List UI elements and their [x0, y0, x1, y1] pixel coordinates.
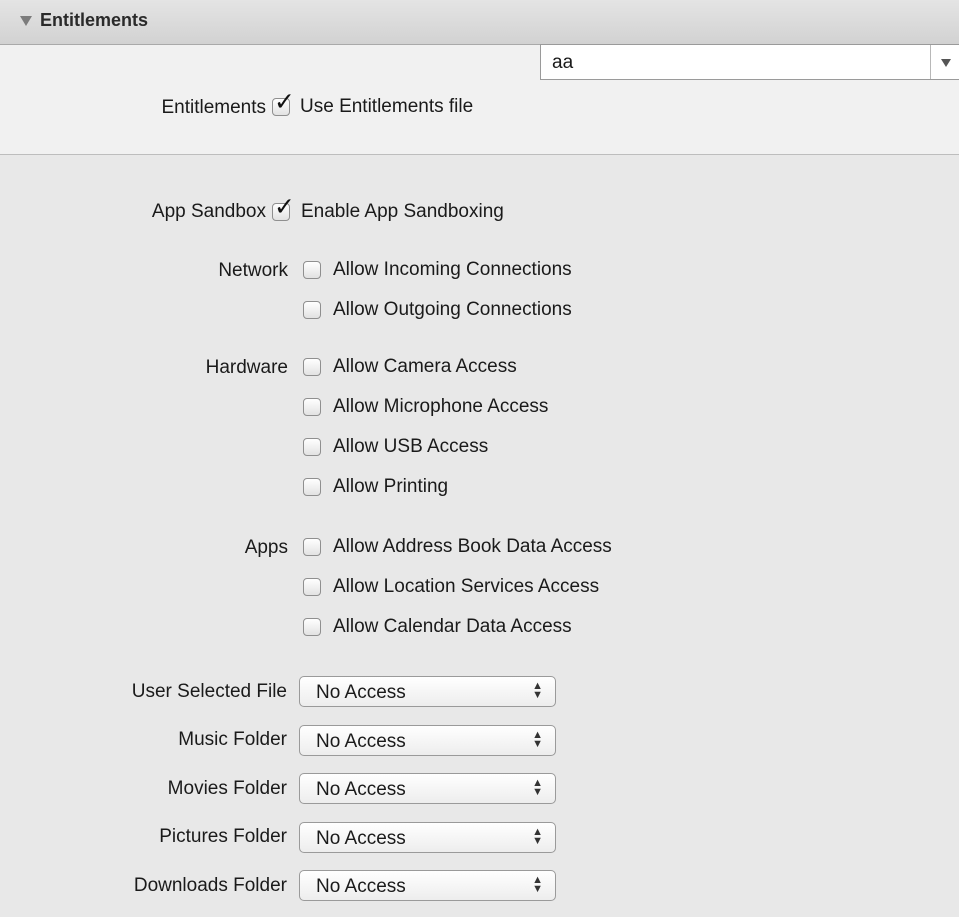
allow-calendar-data-access-checkbox[interactable] — [303, 618, 321, 636]
allow-usb-access-label[interactable]: Allow USB Access — [333, 436, 488, 458]
pictures-folder-popup[interactable]: No Access ▲ ▼ — [299, 822, 556, 853]
checkmark-icon: ✓ — [274, 193, 295, 221]
enable-app-sandboxing-checkbox[interactable]: ✓ — [272, 195, 295, 221]
user-selected-file-label: User Selected File — [131, 681, 287, 702]
up-down-arrows-icon: ▲ ▼ — [532, 826, 543, 847]
allow-outgoing-connections-label[interactable]: Allow Outgoing Connections — [333, 299, 572, 321]
downloads-folder-popup[interactable]: No Access ▲ ▼ — [299, 870, 556, 901]
enable-app-sandboxing-label[interactable]: Enable App Sandboxing — [301, 201, 504, 223]
movies-folder-label: Movies Folder — [167, 778, 287, 799]
allow-printing-checkbox[interactable] — [303, 478, 321, 496]
allow-location-services-access-checkbox[interactable] — [303, 578, 321, 596]
allow-microphone-access-checkbox[interactable] — [303, 398, 321, 416]
section-title: Entitlements — [40, 10, 149, 30]
entitlements-file-combobox[interactable]: aa — [540, 44, 959, 80]
music-folder-label: Music Folder — [178, 729, 287, 750]
dropdown-arrow-icon[interactable] — [941, 59, 951, 67]
combobox-divider — [930, 45, 931, 79]
allow-location-services-access-label[interactable]: Allow Location Services Access — [333, 576, 599, 598]
popup-value: No Access — [316, 876, 406, 897]
popup-value: No Access — [316, 828, 406, 849]
allow-calendar-data-access-label[interactable]: Allow Calendar Data Access — [333, 616, 572, 638]
movies-folder-popup[interactable]: No Access ▲ ▼ — [299, 773, 556, 804]
hardware-label: Hardware — [205, 357, 288, 378]
music-folder-popup[interactable]: No Access ▲ ▼ — [299, 725, 556, 756]
downloads-folder-label: Downloads Folder — [133, 875, 287, 896]
pictures-folder-label: Pictures Folder — [159, 826, 287, 847]
up-down-arrows-icon: ▲ ▼ — [532, 874, 543, 895]
up-down-arrows-icon: ▲ ▼ — [532, 680, 543, 701]
entitlements-label: Entitlements — [161, 97, 266, 118]
user-selected-file-popup[interactable]: No Access ▲ ▼ — [299, 676, 556, 707]
allow-address-book-access-checkbox[interactable] — [303, 538, 321, 556]
entitlements-section-header[interactable]: Entitlements — [0, 0, 959, 45]
disclosure-triangle-icon[interactable] — [20, 16, 32, 26]
allow-printing-label[interactable]: Allow Printing — [333, 476, 448, 498]
network-label: Network — [218, 260, 288, 281]
allow-camera-access-checkbox[interactable] — [303, 358, 321, 376]
popup-value: No Access — [316, 779, 406, 800]
apps-label: Apps — [244, 537, 288, 558]
up-down-arrows-icon: ▲ ▼ — [532, 777, 543, 798]
up-down-arrows-icon: ▲ ▼ — [532, 729, 543, 750]
allow-camera-access-label[interactable]: Allow Camera Access — [333, 356, 517, 378]
allow-incoming-connections-checkbox[interactable] — [303, 261, 321, 279]
use-entitlements-file-label[interactable]: Use Entitlements file — [300, 96, 473, 118]
entitlements-file-value[interactable]: aa — [552, 52, 573, 74]
popup-value: No Access — [316, 682, 406, 703]
allow-address-book-access-label[interactable]: Allow Address Book Data Access — [333, 536, 612, 558]
allow-usb-access-checkbox[interactable] — [303, 438, 321, 456]
allow-microphone-access-label[interactable]: Allow Microphone Access — [333, 396, 548, 418]
popup-value: No Access — [316, 731, 406, 752]
checkmark-icon: ✓ — [274, 88, 295, 116]
use-entitlements-file-checkbox[interactable]: ✓ — [272, 90, 295, 116]
allow-outgoing-connections-checkbox[interactable] — [303, 301, 321, 319]
app-sandbox-label: App Sandbox — [151, 201, 266, 222]
allow-incoming-connections-label[interactable]: Allow Incoming Connections — [333, 259, 572, 281]
